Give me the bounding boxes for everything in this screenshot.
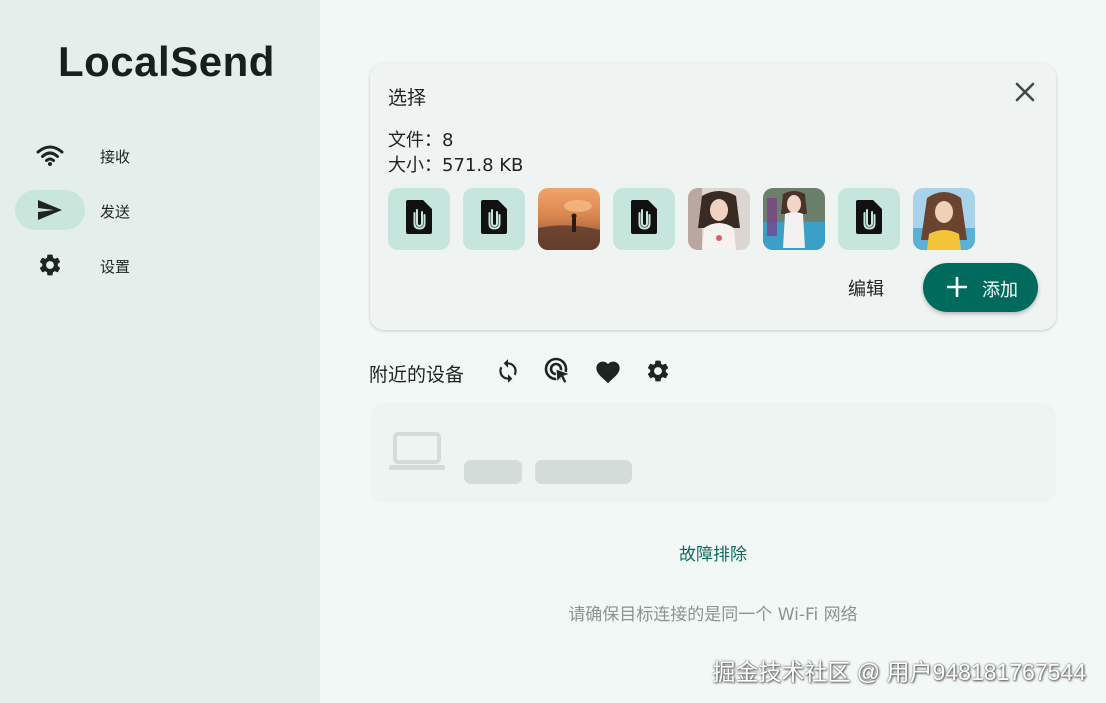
file-attachment-icon	[854, 199, 884, 239]
image-thumbnail[interactable]	[688, 188, 750, 250]
sidebar-item-send[interactable]: 发送	[15, 190, 255, 230]
favorite-heart-icon[interactable]	[594, 357, 622, 385]
image-thumbnail[interactable]	[913, 188, 975, 250]
file-attachment-icon	[404, 199, 434, 239]
image-thumbnail[interactable]	[763, 188, 825, 250]
add-button-label: 添加	[982, 280, 1018, 301]
sidebar-item-label: 接收	[100, 148, 131, 166]
nearby-devices-title: 附近的设备	[369, 364, 465, 386]
troubleshoot-link[interactable]: 故障排除	[320, 540, 1106, 565]
selection-card: 选择 文件：8 大小：571.8 KB 编辑 添加	[370, 63, 1056, 330]
target-cursor-icon[interactable]	[544, 357, 572, 385]
portrait-photo	[913, 188, 975, 250]
portrait-photo	[688, 188, 750, 250]
edit-button[interactable]: 编辑	[840, 275, 892, 301]
network-hint: 请确保目标连接的是同一个 Wi-Fi 网络	[568, 605, 858, 625]
close-selection-button[interactable]	[1012, 81, 1038, 107]
selection-title: 选择	[388, 87, 427, 109]
sidebar-item-receive[interactable]: 接收	[15, 135, 255, 175]
sidebar: LocalSend 接收 发送 设置	[0, 0, 320, 703]
sidebar-item-settings[interactable]: 设置	[15, 245, 255, 285]
file-thumbnail[interactable]	[463, 188, 525, 250]
sidebar-item-label: 发送	[100, 203, 131, 221]
laptop-icon	[388, 431, 446, 477]
portrait-photo	[763, 188, 825, 250]
image-thumbnail[interactable]	[538, 188, 600, 250]
app-title: LocalSend	[58, 38, 275, 85]
plus-icon	[946, 276, 968, 301]
gear-icon[interactable]	[644, 357, 672, 385]
wifi-icon	[35, 142, 65, 168]
close-icon	[1015, 82, 1035, 106]
send-icon	[35, 197, 65, 223]
file-attachment-icon	[629, 199, 659, 239]
file-thumbnail[interactable]	[388, 188, 450, 250]
device-info-skeleton	[535, 460, 632, 484]
gear-icon	[35, 252, 65, 278]
device-placeholder-card	[370, 403, 1056, 503]
add-button[interactable]: 添加	[923, 263, 1038, 312]
file-thumbnail[interactable]	[613, 188, 675, 250]
sidebar-item-label: 设置	[100, 258, 131, 276]
file-thumbnail[interactable]	[838, 188, 900, 250]
watermark: 掘金技术社区 @ 用户948181767544	[712, 659, 1086, 685]
refresh-icon[interactable]	[494, 357, 522, 385]
device-name-skeleton	[464, 460, 522, 484]
file-attachment-icon	[479, 199, 509, 239]
total-size: 大小：571.8 KB	[388, 155, 524, 176]
sunset-photo	[538, 188, 600, 250]
main-content: 选择 文件：8 大小：571.8 KB 编辑 添加 附近的设备 故障排除 请确保…	[320, 0, 1106, 703]
file-count: 文件：8	[388, 130, 454, 151]
